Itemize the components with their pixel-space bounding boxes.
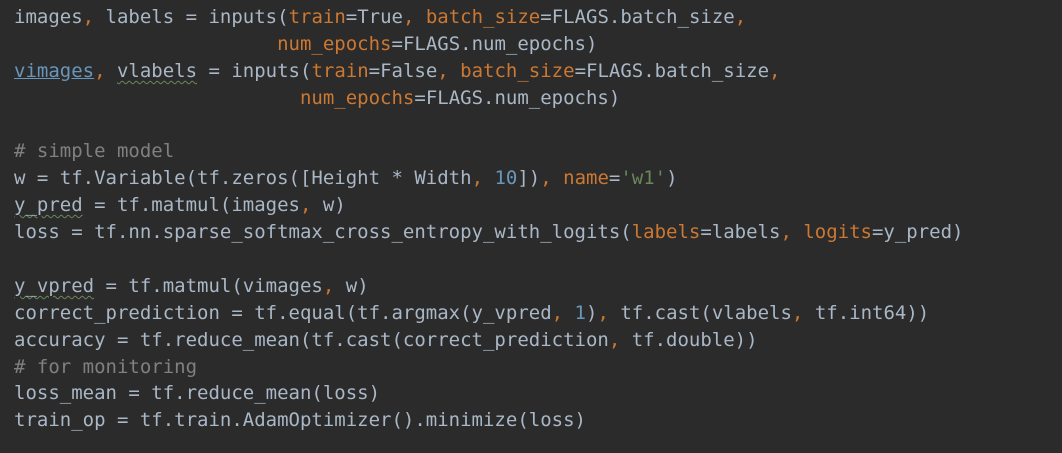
code-line[interactable]: accuracy = tf.reduce_mean(tf.cast(correc…	[14, 327, 1062, 354]
code-token: =True	[345, 6, 403, 28]
code-token: ,	[471, 167, 495, 190]
code-token: ,	[597, 301, 621, 324]
code-token: loss = tf.nn.sparse_softmax_cross_entrop…	[14, 221, 632, 244]
code-token: batch_size	[460, 59, 575, 82]
code-token: ,	[780, 221, 804, 244]
code-token: name	[563, 167, 609, 190]
code-token: ,	[608, 328, 632, 351]
code-line[interactable]: loss_mean = tf.reduce_mean(loss)	[14, 380, 1062, 407]
code-token: ,	[551, 301, 575, 324]
code-token: ,	[734, 6, 747, 28]
code-line[interactable]: # simple model	[14, 138, 1062, 165]
code-token: )	[585, 301, 598, 324]
code-token: 1	[574, 301, 586, 324]
code-token: correct_prediction = tf.equal(tf.argmax(…	[14, 301, 552, 324]
code-line[interactable]	[14, 246, 1062, 273]
code-token: ,	[82, 6, 106, 28]
code-token: images	[14, 6, 83, 28]
code-token: =FLAGS.num_epochs)	[391, 32, 598, 55]
code-token: ,	[791, 301, 815, 324]
code-token: 10	[494, 167, 518, 190]
code-token: train	[311, 59, 369, 82]
code-token: w)	[345, 274, 369, 297]
code-token: ,	[322, 274, 346, 297]
code-token: loss_mean = tf.reduce_mean(loss)	[14, 382, 381, 405]
code-token: ,	[437, 59, 461, 82]
code-token: =FLAGS.batch_size	[540, 6, 735, 28]
code-token: 'w1'	[620, 167, 667, 190]
code-token: ,	[402, 6, 426, 28]
code-token: labels = inputs(	[105, 6, 289, 28]
code-token: ,	[94, 59, 117, 82]
code-token: y_pred	[14, 194, 83, 217]
code-token: tf.double))	[631, 328, 758, 351]
code-token: logits	[803, 221, 872, 244]
code-token: = tf.matmul(images	[82, 194, 300, 217]
code-line[interactable]: num_epochs=FLAGS.num_epochs)	[14, 31, 1062, 58]
code-token: =False	[368, 59, 438, 82]
code-token: =FLAGS.num_epochs)	[414, 86, 621, 109]
code-line[interactable]: # for monitoring	[14, 354, 1062, 381]
code-token: ,	[540, 167, 564, 190]
code-line[interactable]: correct_prediction = tf.equal(tf.argmax(…	[14, 300, 1062, 327]
code-token: ,	[769, 59, 781, 82]
code-token: train	[288, 6, 346, 28]
code-token: = inputs(	[197, 59, 312, 82]
code-line[interactable]: images, labels = inputs(train=True, batc…	[14, 4, 1062, 31]
code-token: = tf.matmul(vimages	[94, 274, 323, 297]
code-token: batch_size	[425, 6, 541, 28]
code-token: labels	[631, 221, 701, 244]
code-line[interactable]: loss = tf.nn.sparse_softmax_cross_entrop…	[14, 219, 1062, 246]
code-line[interactable]: w = tf.Variable(tf.zeros([Height * Width…	[14, 165, 1062, 192]
code-line[interactable]: y_pred = tf.matmul(images, w)	[14, 192, 1062, 219]
code-token: =	[608, 167, 621, 190]
code-token: # for monitoring	[14, 355, 198, 378]
code-editor[interactable]: images, labels = inputs(train=True, batc…	[0, 0, 1062, 453]
code-token: ])	[517, 167, 541, 190]
code-token: )	[666, 167, 678, 190]
code-token: =labels	[700, 221, 781, 244]
code-token: train_op = tf.train.AdamOptimizer().mini…	[14, 409, 586, 432]
code-token: vimages	[14, 59, 95, 82]
code-token: tf.int64))	[814, 301, 930, 324]
code-token: =y_pred)	[871, 221, 964, 244]
code-line[interactable]: train_op = tf.train.AdamOptimizer().mini…	[14, 407, 1062, 434]
code-token: num_epochs	[277, 32, 392, 55]
code-token: tf.cast(vlabels	[620, 301, 792, 324]
code-line[interactable]: y_vpred = tf.matmul(vimages, w)	[14, 273, 1062, 300]
code-token: w = tf.Variable(tf.zeros([Height * Width	[14, 167, 472, 190]
code-token: y_vpred	[14, 274, 95, 297]
code-token: =FLAGS.batch_size	[574, 59, 770, 82]
code-line[interactable]	[14, 112, 1062, 139]
code-token: w)	[322, 194, 346, 217]
code-token: vlabels	[116, 59, 198, 82]
code-token: ,	[299, 194, 323, 217]
code-line[interactable]: vimages, vlabels = inputs(train=False, b…	[14, 58, 1062, 85]
code-token: num_epochs	[299, 86, 415, 109]
code-token: # simple model	[14, 140, 175, 163]
code-token: accuracy = tf.reduce_mean(tf.cast(correc…	[14, 328, 609, 351]
code-line[interactable]: num_epochs=FLAGS.num_epochs)	[14, 85, 1062, 112]
